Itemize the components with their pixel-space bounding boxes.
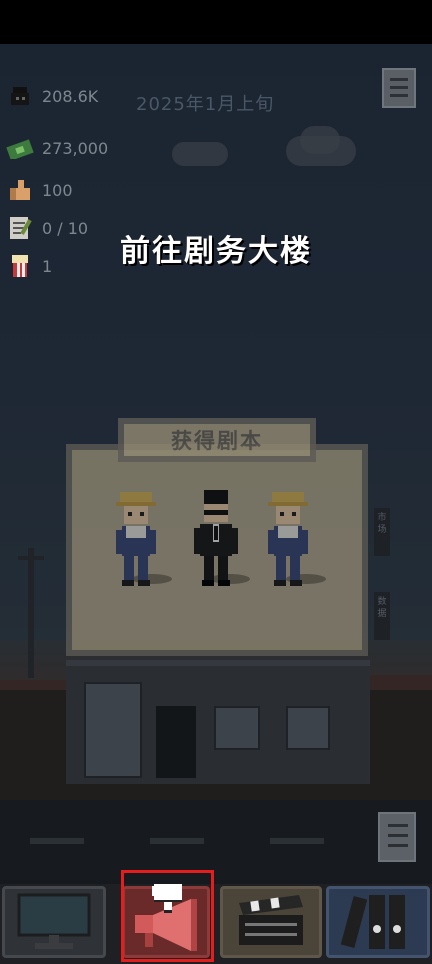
side-sign-data-label: 数据 <box>377 597 387 619</box>
task-list-button[interactable] <box>378 812 416 862</box>
cloud <box>300 126 340 154</box>
tab-monitor[interactable] <box>2 886 106 958</box>
worker-character-right <box>268 492 308 586</box>
building-window <box>286 706 330 750</box>
utility-pole <box>28 548 34 678</box>
likes-value: 100 <box>42 180 73 200</box>
billboard-title: 获得剧本 <box>171 429 263 453</box>
tab-archive[interactable] <box>326 886 430 958</box>
utility-pole-crossbar <box>18 556 44 560</box>
thumbs-up-icon <box>6 176 34 204</box>
side-sign-market-label: 市场 <box>377 513 387 535</box>
fan-avatar-icon <box>6 82 34 110</box>
binders-icon <box>340 895 405 949</box>
building-door <box>156 706 196 778</box>
director-character-center <box>194 490 238 586</box>
money-value: 273,000 <box>42 138 109 158</box>
menu-button[interactable] <box>382 68 416 108</box>
road-marking <box>30 838 84 844</box>
side-sign-market: 市场 <box>374 508 390 556</box>
status-bar <box>0 0 432 44</box>
fans-stat: 208.6K <box>6 82 98 110</box>
road-marking <box>150 838 204 844</box>
billboard-title-plate: 获得剧本 <box>118 418 316 462</box>
money-stat: 273,000 <box>6 134 108 162</box>
money-icon <box>6 134 34 162</box>
building-window <box>84 682 142 778</box>
cloud <box>172 142 228 166</box>
pointing-hand-icon <box>152 884 182 913</box>
road-marking <box>270 838 324 844</box>
fans-value: 208.6K <box>42 86 99 106</box>
tutorial-hint-text: 前往剧务大楼 <box>120 234 312 269</box>
likes-stat: 100 <box>6 176 73 204</box>
building-window <box>214 706 260 750</box>
computer-monitor-icon <box>17 893 91 949</box>
clapperboard-icon <box>239 895 303 945</box>
worker-character-left <box>116 492 156 586</box>
side-sign-data: 数据 <box>374 592 390 640</box>
tab-film[interactable] <box>220 886 322 958</box>
game-scene: 获得剧本 市场 数据 208.6K 2025年1月上旬 273,000 100 … <box>0 0 432 964</box>
game-date: 2025年1月上旬 <box>136 94 275 115</box>
